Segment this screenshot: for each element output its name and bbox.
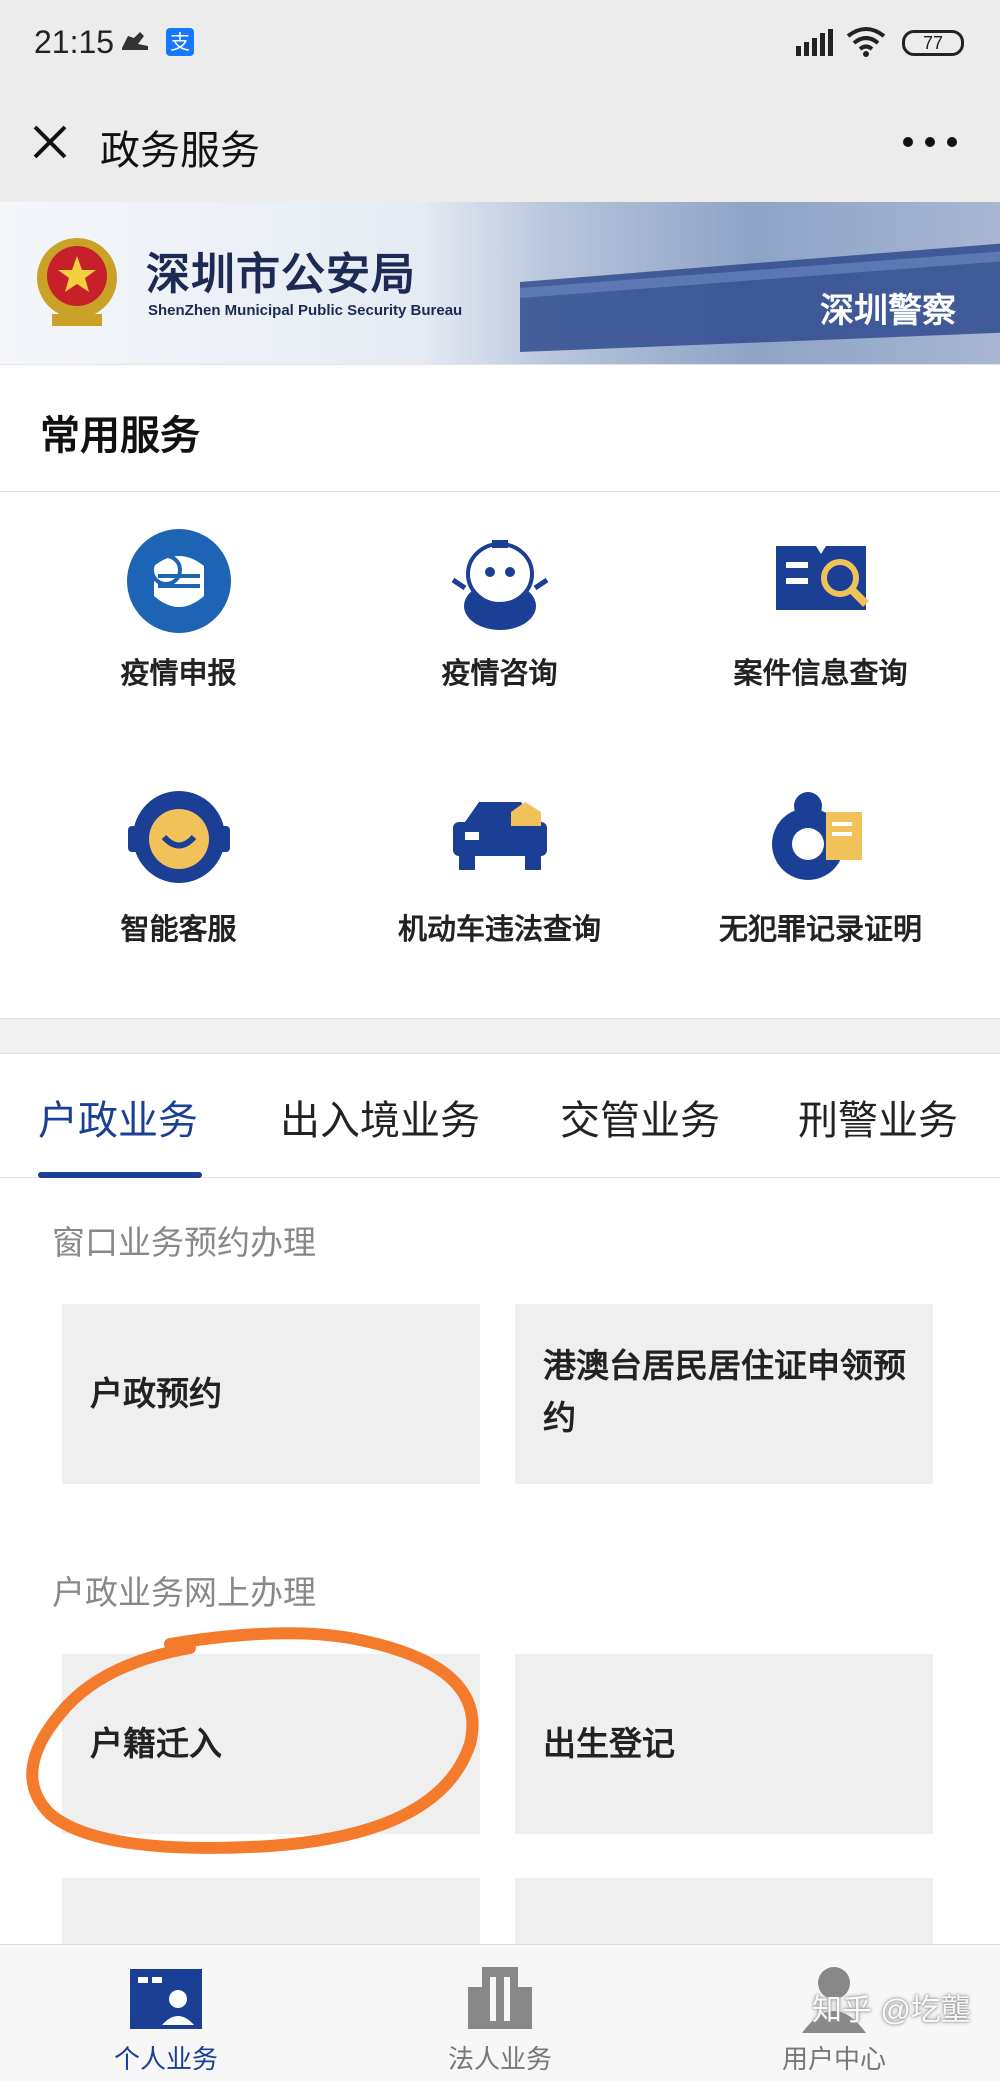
common-services-header: 常用服务 [0, 364, 1000, 492]
police-car-icon [453, 802, 547, 870]
nav-label: 用户中心 [781, 2044, 886, 2074]
certificate-icon [772, 792, 862, 880]
service-label: 疫情咨询 [441, 658, 558, 690]
common-services-grid: 疫情申报 疫情咨询 案件信息查询 智能客服 机动车违法查询 无犯罪记录证明 [0, 492, 1000, 1018]
service-label: 智能客服 [120, 914, 237, 946]
status-time: 21:15 [34, 24, 115, 60]
smiley-headset-icon [128, 791, 230, 883]
service-label: 疫情申报 [120, 658, 237, 690]
document-search-icon [776, 546, 869, 610]
card-label: 户政预约 [90, 1375, 222, 1412]
personal-card-icon [130, 1969, 202, 2029]
service-vehicle-violation[interactable]: 机动车违法查询 [333, 748, 666, 998]
service-epidemic-report[interactable]: 疫情申报 [12, 492, 345, 742]
service-case-query[interactable]: 案件信息查询 [654, 492, 987, 742]
mask-icon [127, 529, 231, 633]
service-no-criminal-record[interactable]: 无犯罪记录证明 [654, 748, 987, 998]
section-divider [0, 1018, 1000, 1054]
status-bar: 21:15 支 77 [0, 0, 1000, 90]
top-bar: 21:15 支 77 政务服务 [0, 0, 1000, 202]
card-partial[interactable] [515, 1878, 933, 1948]
title-bar: 政务服务 [0, 90, 1000, 202]
card-residence-permit-booking[interactable]: 港澳台居民居住证申领预约 [515, 1304, 933, 1484]
business-tabs: 户政业务 出入境业务 交管业务 刑警业务 [0, 1054, 1000, 1178]
card-label: 出生登记 [543, 1725, 675, 1762]
signal-icon [796, 29, 833, 56]
banner-subtitle: ShenZhen Municipal Public Security Burea… [148, 302, 463, 319]
building-icon [468, 1967, 532, 2029]
common-services-title: 常用服务 [40, 414, 200, 458]
nav-label: 个人业务 [113, 2044, 218, 2074]
nav-corporate-business[interactable]: 法人业务 [400, 1945, 600, 2081]
section-title-online-handling: 户政业务网上办理 [52, 1574, 316, 1611]
section-title-window-booking: 窗口业务预约办理 [52, 1224, 316, 1261]
page-title: 政务服务 [100, 129, 260, 173]
close-icon[interactable] [30, 122, 70, 162]
sign-text: 深圳警察 [820, 291, 956, 331]
wifi-icon [846, 27, 886, 57]
card-partial[interactable] [62, 1878, 480, 1948]
nav-label: 法人业务 [447, 2044, 552, 2074]
alipay-icon: 支 [166, 28, 194, 56]
battery-indicator: 77 [902, 30, 964, 56]
tab-exit-entry[interactable]: 出入境业务 [280, 1088, 480, 1146]
police-sign-image: 深圳警察 [520, 243, 1000, 352]
service-label: 机动车违法查询 [397, 914, 601, 946]
service-epidemic-consult[interactable]: 疫情咨询 [333, 492, 666, 742]
active-tab-indicator [38, 1172, 202, 1178]
service-label: 无犯罪记录证明 [718, 914, 922, 946]
watermark: 知乎 @圪壟 [812, 1994, 971, 2027]
service-label: 案件信息查询 [733, 658, 908, 690]
card-label: 港澳台居民居住证申领预约 [543, 1347, 906, 1436]
highlight-circle-annotation [26, 1627, 479, 1854]
nav-personal-business[interactable]: 个人业务 [66, 1945, 266, 2081]
mascot-icon [451, 540, 549, 630]
tab-household[interactable]: 户政业务 [38, 1088, 198, 1146]
service-smart-support[interactable]: 智能客服 [12, 748, 345, 998]
police-emblem-logo [37, 238, 117, 326]
card-birth-registration[interactable]: 出生登记 [515, 1654, 933, 1834]
tab-criminal[interactable]: 刑警业务 [798, 1088, 958, 1146]
card-household-booking[interactable]: 户政预约 [62, 1304, 480, 1484]
banner-title: 深圳市公安局 [146, 250, 416, 299]
more-icon[interactable] [900, 134, 960, 150]
tab-traffic[interactable]: 交管业务 [560, 1088, 720, 1146]
step-counter-icon [122, 32, 148, 50]
banner: 深圳警察 深圳市公安局 ShenZhen Municipal Public Se… [0, 202, 1000, 364]
